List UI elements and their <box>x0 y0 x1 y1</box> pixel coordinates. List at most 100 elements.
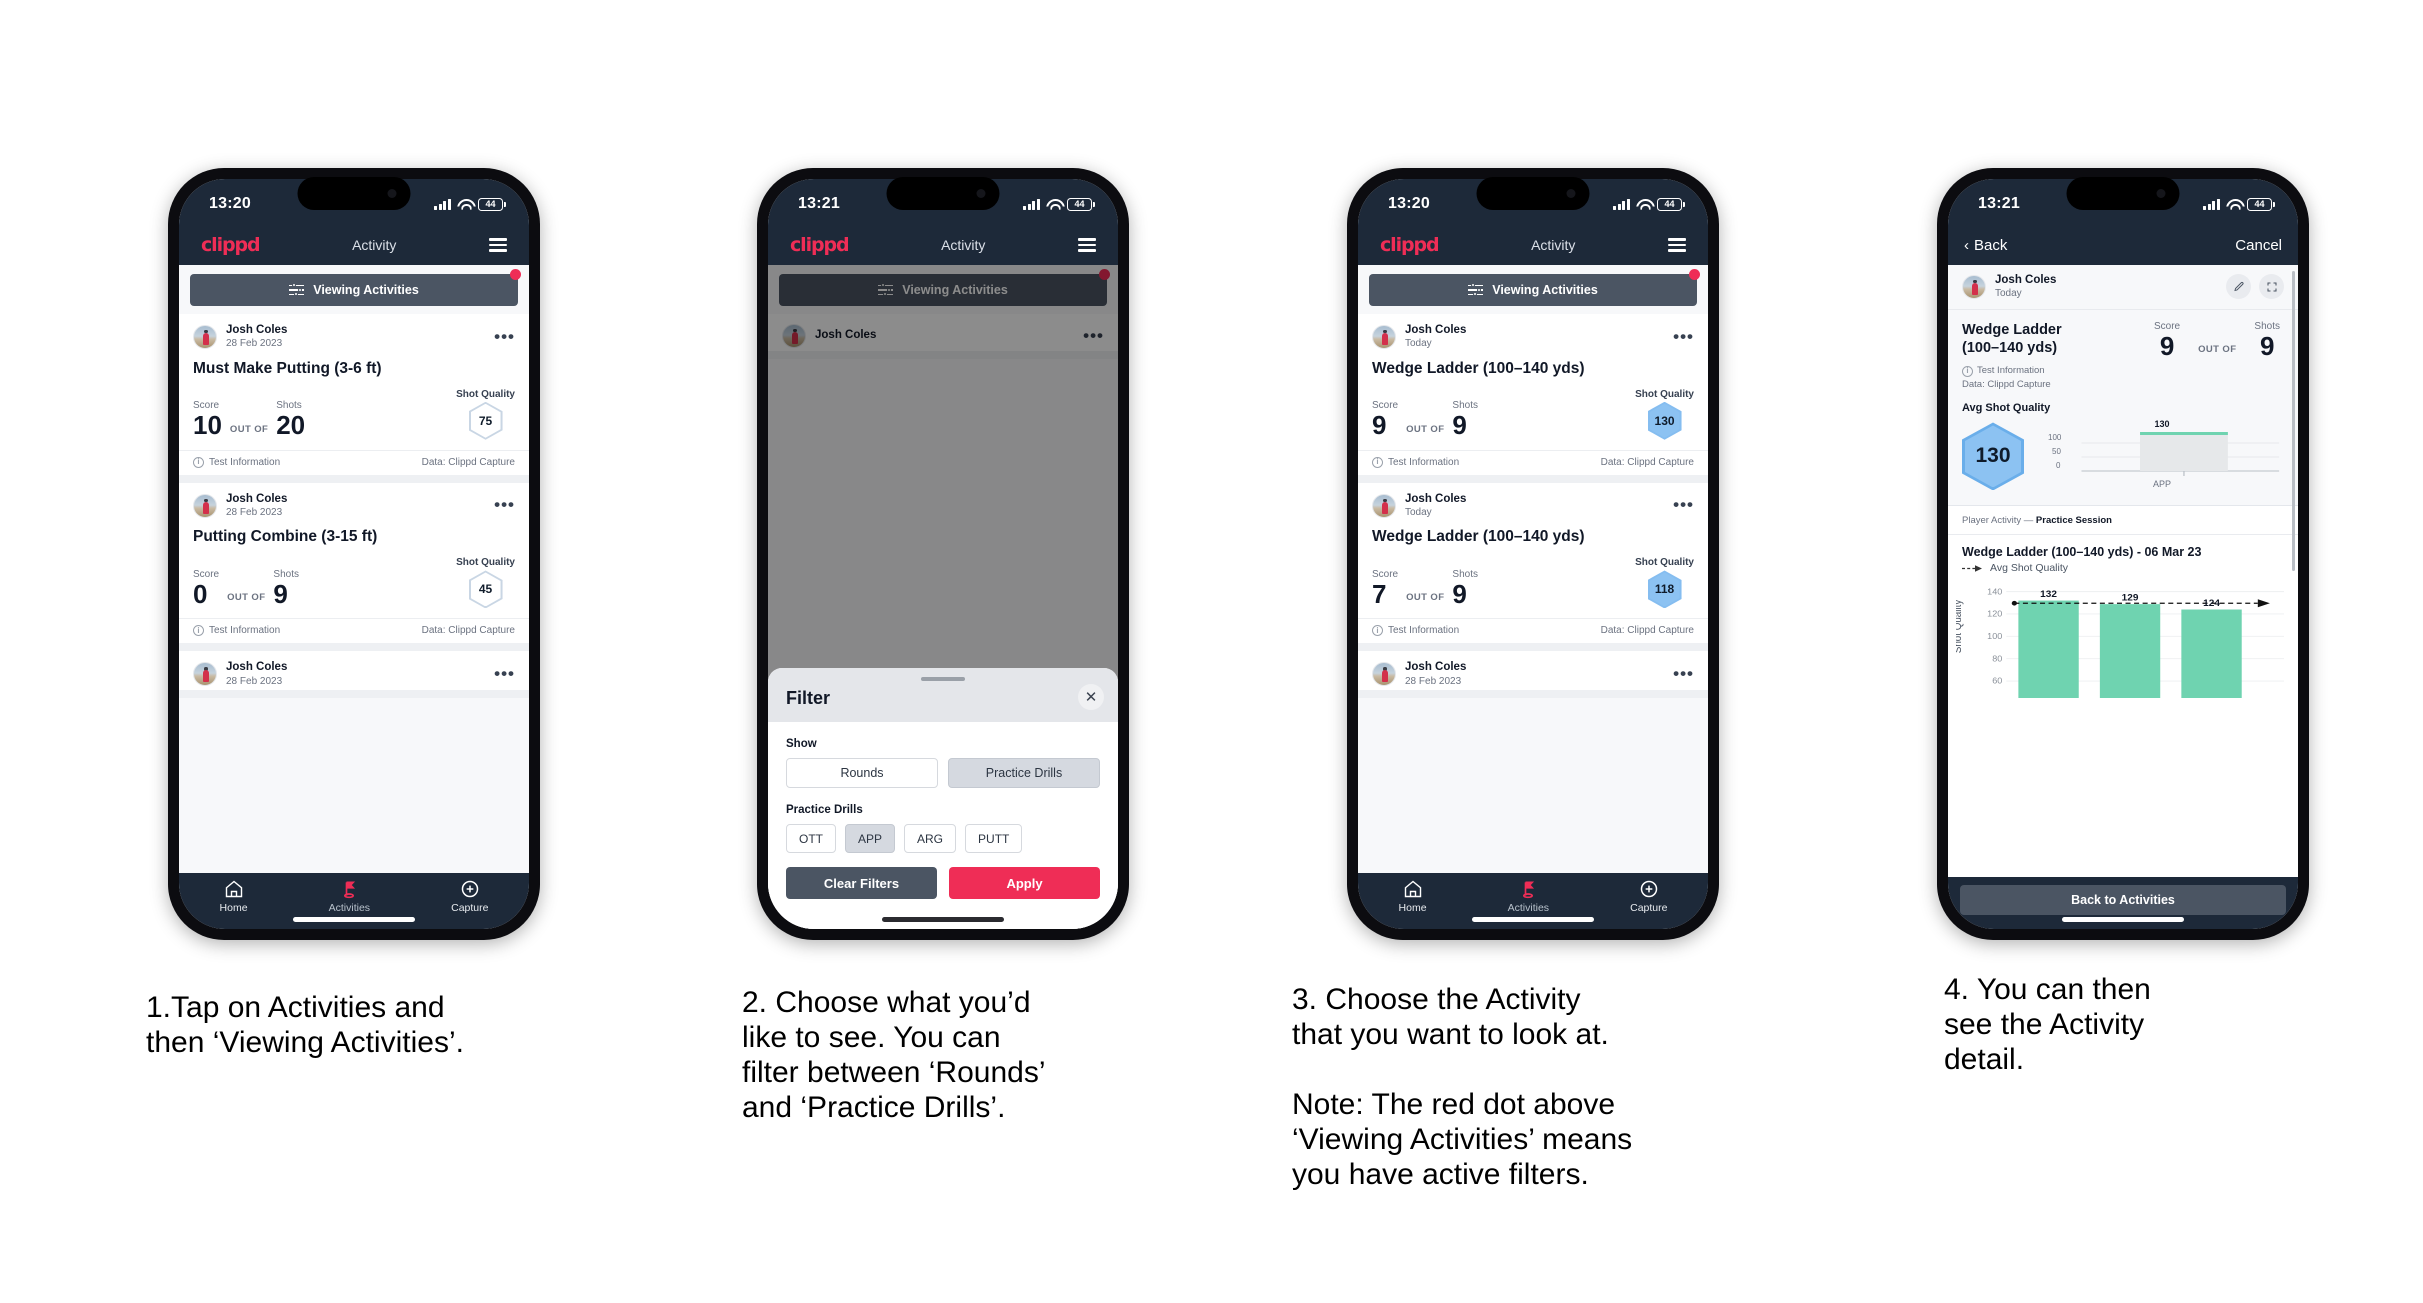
card-title: Putting Combine (3-15 ft) <box>193 528 378 546</box>
wifi-icon <box>1046 199 1061 210</box>
avatar <box>193 324 217 349</box>
card-user-name: Josh Coles <box>226 324 288 336</box>
viewing-activities-filter-button[interactable]: Viewing Activities <box>190 269 521 306</box>
clear-filters-button[interactable]: Clear Filters <box>786 867 937 899</box>
chart-legend: Avg Shot Quality <box>1948 562 2298 578</box>
data-source-label: Data: Clippd Capture <box>421 625 515 637</box>
card-user-name: Josh Coles <box>226 492 288 505</box>
wifi-icon <box>1636 199 1651 210</box>
drill-chip-putt[interactable]: PUTT <box>965 824 1023 853</box>
tab-home[interactable]: Home <box>1399 879 1427 914</box>
tab-activities[interactable]: Activities <box>329 879 370 914</box>
back-to-activities-label: Back to Activities <box>2071 893 2175 907</box>
home-icon <box>225 880 242 898</box>
page-title: Activity <box>352 237 397 253</box>
close-icon[interactable]: ✕ <box>1078 684 1104 710</box>
detail-shots-value: 9 <box>2259 330 2275 361</box>
card-date: 28 Feb 2023 <box>226 675 283 687</box>
cellular-signal-icon <box>1613 198 1630 210</box>
shots-value: 20 <box>276 410 306 441</box>
expand-icon[interactable] <box>2259 274 2284 300</box>
tab-capture[interactable]: Capture <box>451 879 488 914</box>
card-title: Wedge Ladder (100–140 yds) <box>1372 359 1585 377</box>
activity-card[interactable]: Josh Coles 28 Feb 2023 ••• Putting Combi… <box>179 482 529 652</box>
mini-chart-ytick-0: 0 <box>2056 461 2061 471</box>
hamburger-icon[interactable] <box>489 238 507 252</box>
card-menu-icon[interactable]: ••• <box>494 496 515 513</box>
detail-activity-title: Wedge Ladder (100–140 yds) <box>1962 321 2062 356</box>
card-menu-icon[interactable]: ••• <box>1673 496 1694 513</box>
shot-quality-hexagon: 45 <box>468 570 503 609</box>
sheet-grabber[interactable] <box>921 677 965 681</box>
active-filter-badge <box>1689 269 1700 280</box>
tab-capture-label: Capture <box>1630 902 1668 914</box>
drill-chip-ott[interactable]: OTT <box>786 824 836 853</box>
shots-value: 9 <box>1452 579 1467 610</box>
caption-step-3: 3. Choose the Activity that you want to … <box>1292 983 1633 1192</box>
back-to-activities-button[interactable]: Back to Activities <box>1960 885 2286 915</box>
mini-chart-ytick-50: 50 <box>2052 447 2061 457</box>
card-menu-icon[interactable]: ••• <box>494 665 515 682</box>
tab-capture[interactable]: Capture <box>1630 879 1667 914</box>
hamburger-icon[interactable] <box>1078 238 1096 252</box>
phone-filter-sheet: 13:21 44 clippd Activity Viewing Activit… <box>757 168 1129 940</box>
cellular-signal-icon <box>2203 198 2220 210</box>
card-title: Must Make Putting (3-6 ft) <box>193 359 382 377</box>
show-option-rounds[interactable]: Rounds <box>786 758 938 788</box>
test-information-label: Test Information <box>209 456 281 468</box>
card-menu-icon[interactable]: ••• <box>1673 665 1694 682</box>
drill-chip-arg[interactable]: ARG <box>904 824 957 853</box>
card-menu-icon[interactable]: ••• <box>494 328 515 345</box>
filter-button-label: Viewing Activities <box>313 283 419 297</box>
caption-step-4: 4. You can then see the Activity detail. <box>1944 973 2151 1077</box>
shots-value: 9 <box>273 579 288 610</box>
caption-step-1: 1.Tap on Activities and then ‘Viewing Ac… <box>146 991 464 1060</box>
avatar <box>193 493 217 518</box>
shot-quality-hexagon: 75 <box>468 401 503 440</box>
detail-date: Today <box>1995 288 2022 300</box>
show-group-label: Show <box>786 738 817 750</box>
shot-quality-label: Shot Quality <box>1635 557 1694 569</box>
pencil-icon[interactable] <box>2226 274 2251 300</box>
tab-home-label: Home <box>1398 902 1427 914</box>
shot-quality-value: 130 <box>1649 403 1680 438</box>
back-button[interactable]: ‹ Back <box>1964 237 2007 254</box>
data-source-label: Data: Clippd Capture <box>1600 625 1694 637</box>
shot-quality-hexagon: 130 <box>1647 401 1682 440</box>
filter-bottom-sheet: Filter ✕ Show Rounds Practice Drills Pra… <box>768 668 1118 929</box>
page-title: Activity <box>941 237 986 253</box>
chart-legend-label: Avg Shot Quality <box>1990 562 2069 575</box>
cancel-button[interactable]: Cancel <box>2235 237 2282 254</box>
clippd-logo: clippd <box>201 234 261 256</box>
status-time: 13:21 <box>1978 195 2020 212</box>
card-menu-icon[interactable]: ••• <box>1673 328 1694 345</box>
activity-card[interactable]: Josh Coles 28 Feb 2023 ••• Must Make Put… <box>179 314 529 483</box>
card-date: Today <box>1405 506 1432 518</box>
apply-button[interactable]: Apply <box>949 867 1100 899</box>
app-header: clippd Activity <box>179 225 529 265</box>
scrollbar[interactable] <box>2292 271 2295 571</box>
hamburger-icon[interactable] <box>1668 238 1686 252</box>
svg-text:Shot Quality: Shot Quality <box>1956 599 1964 653</box>
activity-card[interactable]: Josh Coles Today ••• Wedge Ladder (100–1… <box>1358 482 1708 652</box>
card-date: 28 Feb 2023 <box>1405 675 1462 687</box>
svg-text:140: 140 <box>1987 587 2002 596</box>
battery-level: 44 <box>1664 198 1675 209</box>
activity-card[interactable]: Josh Coles Today ••• Wedge Ladder (100–1… <box>1358 314 1708 483</box>
tab-activities[interactable]: Activities <box>1508 879 1549 914</box>
svg-text:100: 100 <box>1987 632 2002 641</box>
sliders-icon <box>289 282 305 297</box>
clippd-logo: clippd <box>790 234 850 256</box>
avg-shot-quality-label: Avg Shot Quality <box>1962 402 2051 415</box>
drill-chip-app[interactable]: APP <box>845 824 896 853</box>
viewing-activities-filter-button[interactable]: Viewing Activities <box>1369 269 1700 306</box>
activity-card-partial[interactable]: Josh Coles 28 Feb 2023 ••• <box>1358 651 1708 699</box>
activity-card-partial[interactable]: Josh Coles 28 Feb 2023 ••• <box>179 651 529 699</box>
breadcrumb-current: Practice Session <box>2035 515 2112 527</box>
tab-home[interactable]: Home <box>220 879 248 914</box>
out-of-label: OUT OF <box>1406 592 1445 604</box>
show-option-practice-drills[interactable]: Practice Drills <box>948 758 1100 788</box>
avatar <box>1372 324 1396 349</box>
card-user-name: Josh Coles <box>226 661 288 674</box>
tab-activities-label: Activities <box>1507 902 1550 914</box>
